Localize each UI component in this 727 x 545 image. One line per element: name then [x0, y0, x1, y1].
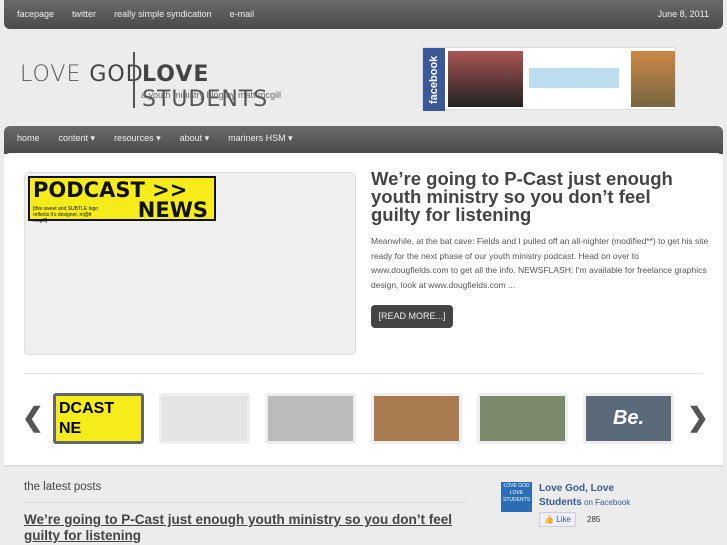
post-title-link[interactable]: We’re going to P-Cast just enough youth … — [24, 512, 464, 544]
carousel-thumb-2[interactable] — [159, 393, 250, 444]
facebook-photo — [631, 51, 675, 107]
facebook-post-snippet — [529, 68, 619, 88]
divider — [4, 465, 723, 467]
nav-home[interactable]: home — [17, 133, 40, 144]
carousel-thumb-1[interactable]: DCAST NE — [53, 393, 144, 444]
tagline: a youth ministry blog by matt mcgill — [141, 90, 282, 100]
site-logo[interactable]: LOVE GOD LOVE STUDENTS a youth ministry … — [20, 52, 330, 112]
page-logo[interactable]: LOVE GOD LOVE STUDENTS — [501, 482, 532, 512]
carousel-next-icon[interactable]: ❯ — [687, 402, 709, 433]
logo-separator — [133, 52, 135, 108]
date: June 8, 2011 — [657, 9, 709, 19]
read-more-button[interactable]: [READ MORE...] — [371, 305, 453, 328]
nav-mariners-hsm[interactable]: mariners HSM ▾ — [228, 133, 293, 144]
carousel-thumb-6[interactable]: Be. — [583, 393, 674, 444]
nav-content[interactable]: content ▾ — [59, 133, 96, 144]
page-name-link[interactable]: Love God, Love Students on Facebook — [539, 482, 649, 510]
carousel-thumb-5[interactable] — [477, 393, 568, 444]
latest-posts-heading: the latest posts — [24, 481, 102, 493]
nav-about[interactable]: about ▾ — [180, 133, 210, 144]
podcast-news-logo: PODCAST >> [this sweet and SUBTLE logo r… — [28, 176, 216, 224]
featured-excerpt: Meanwhile, at the bat cave: Fields and I… — [371, 236, 709, 291]
facebook-photo — [448, 51, 523, 107]
nav-resources[interactable]: resources ▾ — [114, 133, 161, 144]
carousel-thumb-3[interactable] — [265, 393, 356, 444]
topbar-link-facepage[interactable]: facepage — [17, 9, 54, 19]
facebook-label: facebook — [423, 48, 445, 111]
divider — [24, 373, 703, 374]
logo-right: LOVE STUDENTS — [142, 62, 269, 112]
featured-image[interactable]: PODCAST >> [this sweet and SUBTLE logo r… — [24, 172, 356, 355]
topbar-link-twitter[interactable]: twitter — [72, 9, 96, 19]
main-nav: home content ▾ resources ▾ about ▾ marin… — [4, 126, 723, 154]
carousel-thumb-4[interactable] — [371, 393, 462, 444]
carousel-prev-icon[interactable]: ❮ — [22, 402, 44, 433]
topbar-link-rss[interactable]: really simple syndication — [114, 9, 212, 19]
like-count: 285 — [587, 515, 601, 524]
logo-left: LOVE GOD — [20, 62, 144, 87]
divider — [24, 502, 468, 503]
featured-title[interactable]: We’re going to P-Cast just enough youth … — [371, 169, 701, 224]
like-button[interactable]: 👍 Like — [539, 512, 576, 527]
topbar-link-email[interactable]: e-mail — [230, 9, 255, 19]
facebook-banner[interactable]: facebook — [422, 47, 676, 111]
top-bar: facepage twitter really simple syndicati… — [4, 0, 723, 29]
